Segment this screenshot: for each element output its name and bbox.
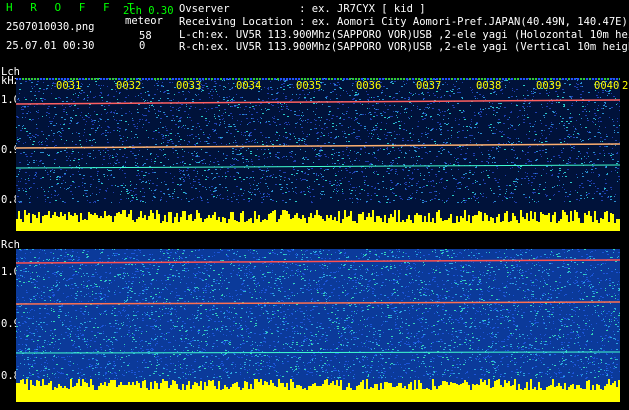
time-label-0032: 0032 (116, 80, 142, 92)
location-line: Receiving Location : ex. Aomori City Aom… (179, 16, 628, 28)
time-label-0038: 0038 (476, 80, 502, 92)
time-label-0039: 0039 (536, 80, 562, 92)
time-label-0031: 0031 (56, 80, 82, 92)
time-label-0040: 0040 (594, 80, 620, 92)
filename-label: 2507010030.png (6, 21, 95, 33)
time-label-0037: 0037 (416, 80, 442, 92)
meteor-label: meteor (125, 15, 163, 27)
observer-line: Ovserver : ex. JR7CYX [ kid ] (179, 3, 426, 15)
waterfall-background (16, 249, 620, 402)
lch-waterfall (16, 78, 620, 231)
app-logo: H R O F F T (6, 1, 140, 14)
time-label-0035: 0035 (296, 80, 322, 92)
lch-info-line: L-ch:ex. UV5R 113.900Mhz(SAPPORO VOR)USB… (179, 29, 629, 41)
time-label-0034: 0034 (236, 80, 262, 92)
time-label-0036: 0036 (356, 80, 382, 92)
rch-waterfall-panel (16, 249, 620, 402)
datetime-label: 25.07.01 00:30 (6, 40, 95, 52)
meteor-count-rch: 0 (139, 40, 146, 52)
rch-info-line: R-ch:ex. UV5R 113.900Mhz(SAPPORO VOR)USB… (179, 41, 629, 53)
lch-waterfall-panel (16, 78, 620, 231)
time-label-0033: 0033 (176, 80, 202, 92)
rch-waterfall (16, 249, 620, 402)
time-label-edge: 2 (622, 80, 629, 92)
